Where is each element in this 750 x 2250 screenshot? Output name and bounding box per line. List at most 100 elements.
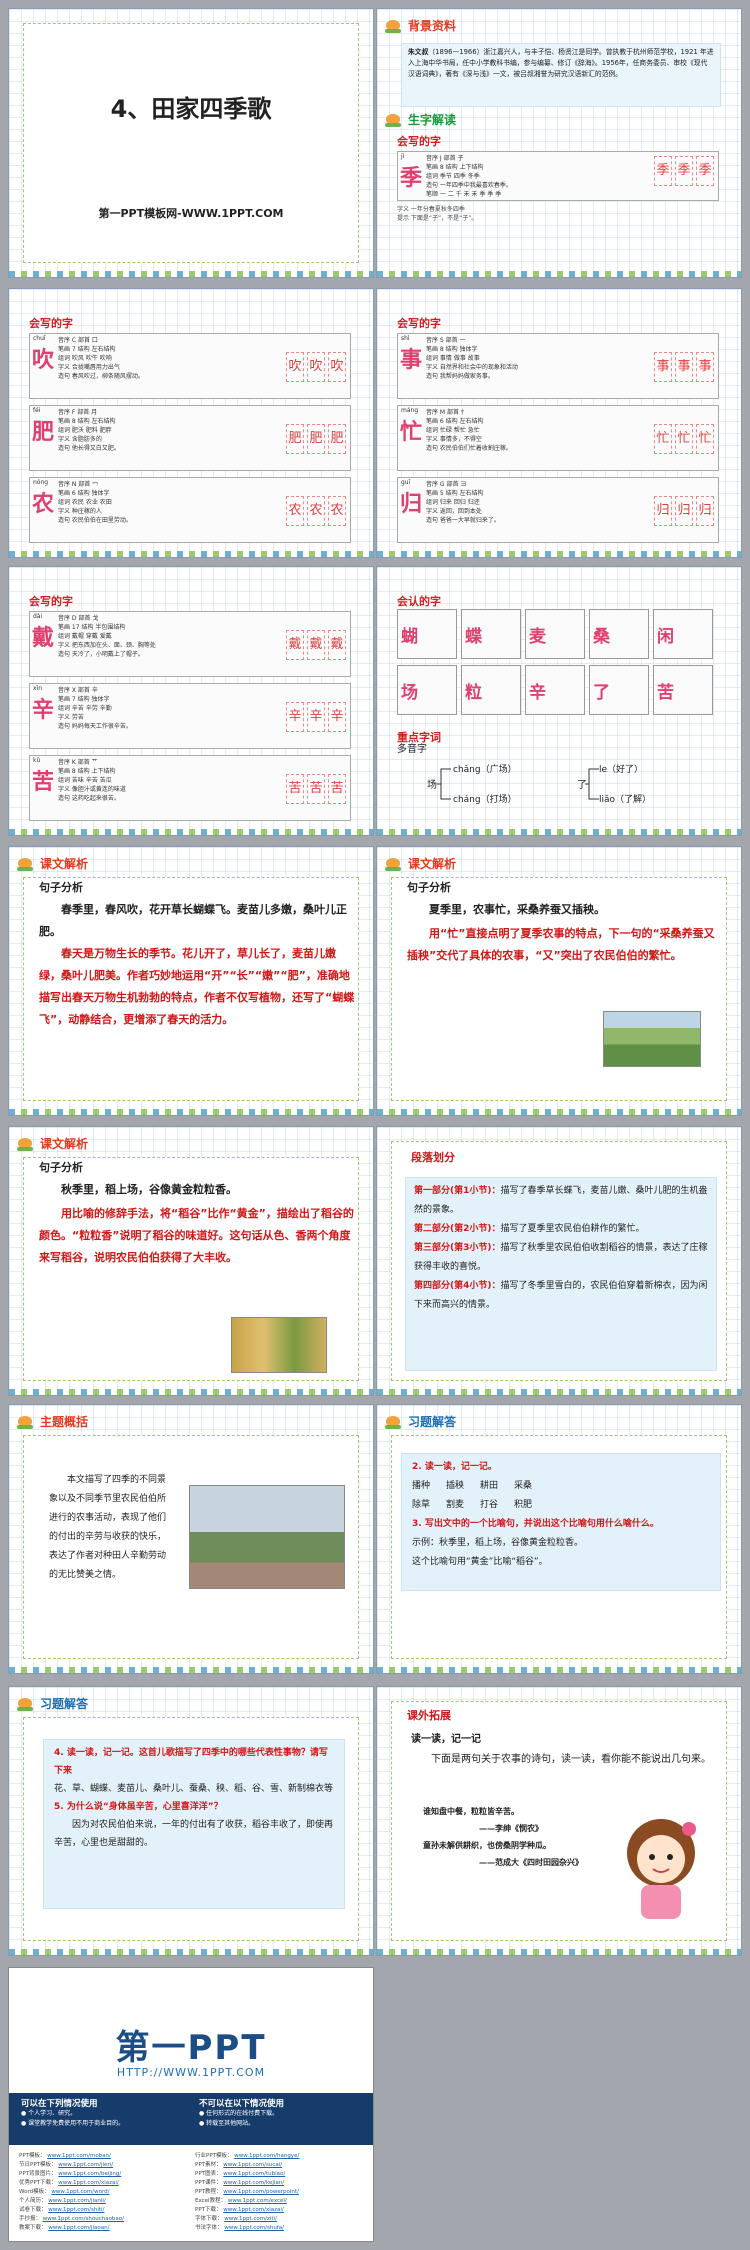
bird-icon	[383, 18, 405, 34]
slide-paragraphs: 段落划分 第一部分(第1小节)：描写了春季草长蝶飞，麦苗儿嫩、桑叶儿肥的生机盎然…	[376, 1126, 742, 1396]
sentence-analysis: 春天是万物生长的季节。花儿开了，草儿长了，麦苗儿嫩绿，桑叶儿肥美。作者巧妙地运用…	[39, 947, 355, 1026]
link-item[interactable]: 字体下载： www.1ppt.com/ziti/	[195, 2215, 363, 2224]
poem-block: 谁知盘中餐，粒粒皆辛苦。 ——李绅《悯农》 童孙未解供耕织，也傍桑阴学种瓜。 ——范…	[423, 1807, 583, 1867]
polyphone-label: 多音字	[397, 744, 427, 755]
ribbon-analysis: 课文解析	[15, 1135, 88, 1152]
link-item[interactable]: 试卷下载： www.1ppt.com/shiti/	[19, 2206, 187, 2215]
recognize-char: 了	[589, 665, 649, 715]
rice-ear-photo	[231, 1317, 327, 1373]
recognize-char: 麦	[525, 609, 585, 659]
char-row-2: kǔ 苦音序 K 部首 艹笔画 8 结构 上下结构 组词 苦味 辛苦 苦瓜 字义 像胆…	[29, 755, 351, 821]
ribbon-exercise: 习题解答	[383, 1413, 456, 1430]
sentence-analysis: 用“忙”直接点明了夏季农事的特点，下一句的“采桑养蚕又插秧”交代了具体的农事，“…	[407, 927, 715, 962]
char-row-1: féi 肥音序 F 部首 月笔画 8 结构 左右结构 组词 肥沃 肥料 肥胖 字义 含…	[29, 405, 351, 471]
link-item[interactable]: 个人简历： www.1ppt.com/jianli/	[19, 2197, 187, 2206]
link-item[interactable]: PPT课件： www.1ppt.com/kejian/	[195, 2179, 363, 2188]
recognize-char: 苦	[653, 665, 713, 715]
sentence-analysis: 用比喻的修辞手法，将“稻谷”比作“黄金”，描绘出了稻谷的颜色。“粒粒香”说明了稻…	[39, 1207, 354, 1264]
site-logo: 第一PPT	[115, 2028, 267, 2068]
char-row-ji: jì 季 音序 J 部首 子笔画 8 结构 上下结构 组词 季节 四季 冬季 造句 一…	[397, 151, 719, 201]
bird-icon	[15, 856, 37, 872]
char-row-2: nóng 农音序 N 部首 冖笔画 6 结构 独体字 组词 农民 农业 农田 字义 种…	[29, 477, 351, 543]
link-columns: PPT模板： www.1ppt.com/moban/节日PPT模板： www.1…	[19, 2152, 363, 2233]
sentence-text: 夏季里，农事忙，采桑养蚕又插秧。	[429, 903, 605, 916]
exercise-box: 2. 读一读，记一记。 播种 插秧 耕田 采桑 除草 割麦 打谷 积肥 3. 写出文中的一个…	[401, 1453, 721, 1591]
slide-analysis-autumn: 课文解析 句子分析 秋季里，稻上场，谷像黄金粒粒香。 用比喻的修辞手法，将“稻谷…	[8, 1126, 374, 1396]
extension-subtitle: 读一读，记一记	[411, 1734, 481, 1745]
section-sentence: 句子分析	[39, 1161, 83, 1174]
link-item[interactable]: 优秀PPT下载： www.1ppt.com/xiazai/	[19, 2179, 187, 2188]
section-recognize: 会认的字	[397, 595, 441, 608]
link-item[interactable]: Excel教程： www.1ppt.com/excel/	[195, 2197, 363, 2206]
site-url[interactable]: HTTP://WWW.1PPT.COM	[9, 2066, 373, 2079]
char-row-1: máng 忙音序 M 部首 忄笔画 6 结构 左右结构 组词 忙碌 帮忙 急忙 字义 …	[397, 405, 719, 471]
section-write: 会写的字	[29, 317, 73, 330]
poly-liao-2: liǎo（了解）	[599, 795, 652, 805]
recognize-char: 场	[397, 665, 457, 715]
link-item[interactable]: 节日PPT模板： www.1ppt.com/jieri/	[19, 2161, 187, 2170]
section-extension: 课外拓展	[407, 1709, 451, 1722]
background-note: 朱文叔（1896—1966）浙江嘉兴人，与丰子恺、杨贤江是同学。曾执教于杭州师范…	[401, 43, 721, 107]
link-item[interactable]: PPT下载： www.1ppt.com/xiazai/	[195, 2206, 363, 2215]
link-item[interactable]: Word模板： www.1ppt.com/word/	[19, 2188, 187, 2197]
link-item[interactable]: 教案下载： www.1ppt.com/jiaoan/	[19, 2224, 187, 2233]
brace-icon	[585, 768, 599, 800]
link-item[interactable]: 行业PPT模板： www.1ppt.com/hangye/	[195, 2152, 363, 2161]
bird-icon	[15, 1696, 37, 1712]
char-row-0: chuī 吹音序 C 部首 口笔画 7 结构 左右结构 组词 吹风 吹牛 吹响 字义 …	[29, 333, 351, 399]
link-item[interactable]: PPT背景图片： www.1ppt.com/beijing/	[19, 2170, 187, 2179]
slide-analysis-summer: 课文解析 句子分析 夏季里，农事忙，采桑养蚕又插秧。 用“忙”直接点明了夏季农事…	[376, 846, 742, 1116]
bird-icon	[15, 1136, 37, 1152]
paragraph-list: 第一部分(第1小节)：描写了春季草长蝶飞，麦苗儿嫩、桑叶儿肥的生机盎然的景象。 …	[405, 1177, 717, 1371]
bird-icon	[383, 112, 405, 128]
char-notes: 字义 一年分春夏秋冬四季 提示 下面是“子”，不是“子”。	[397, 206, 478, 222]
word-item: 采桑	[514, 1481, 533, 1491]
girl-illustration-icon	[627, 1819, 696, 1919]
recognize-char: 辛	[525, 665, 585, 715]
section-paragraphs: 段落划分	[411, 1151, 455, 1164]
recognize-char: 蝶	[461, 609, 521, 659]
slide-write-2: 会写的字 shì 事音序 S 部首 一笔画 8 结构 独体字 组词 事情 做事 故事…	[376, 288, 742, 558]
recognize-char: 桑	[589, 609, 649, 659]
slide-theme: 主题概括 本文描写了四季的不同景象以及不同季节里农民伯伯所进行的农事活动，表现了…	[8, 1404, 374, 1674]
slide-extension: 课外拓展 读一读，记一记 下面是两句关于农事的诗句，读一读，看你能不能说出几句来…	[376, 1686, 742, 1956]
slide-exercise-2: 习题解答 4. 读一读，记一记。这首儿歌描写了四季中的哪些代表性事物？请写下来 …	[8, 1686, 374, 1956]
slide-exercise-1: 习题解答 2. 读一读，记一记。 播种 插秧 耕田 采桑 除草 割麦 打谷 积肥 3. 写出…	[376, 1404, 742, 1674]
link-item[interactable]: PPT素材： www.1ppt.com/sucai/	[195, 2161, 363, 2170]
word-item: 耕田	[480, 1481, 499, 1491]
link-item[interactable]: PPT教程： www.1ppt.com/powerpoint/	[195, 2188, 363, 2197]
word-item: 除草	[412, 1500, 431, 1510]
bird-icon	[383, 1414, 405, 1430]
section-write: 会写的字	[397, 135, 441, 148]
recognize-char: 闲	[653, 609, 713, 659]
lesson-title: 4、田家四季歌	[110, 95, 272, 123]
ribbon-theme: 主题概括	[15, 1413, 88, 1430]
recognize-char: 粒	[461, 665, 521, 715]
brace-icon	[437, 768, 451, 800]
poly-liao-1: le（好了）	[599, 765, 644, 775]
poly-chang-2: cháng（打场）	[453, 795, 517, 805]
bird-icon	[383, 856, 405, 872]
lesson-subtitle: 第一PPT模板网-WWW.1PPT.COM	[98, 207, 284, 220]
char-row-0: dài 戴音序 D 部首 戈笔画 17 结构 半包围结构 组词 戴帽 穿戴 爱戴 字义…	[29, 611, 351, 677]
ribbon-newchars: 生字解读	[383, 111, 456, 128]
link-item[interactable]: PPT图表： www.1ppt.com/tubiao/	[195, 2170, 363, 2179]
word-item: 割麦	[446, 1500, 465, 1510]
slide-background: 背景资料 朱文叔（1896—1966）浙江嘉兴人，与丰子恺、杨贤江是同学。曾执教…	[376, 8, 742, 278]
bird-icon	[15, 1414, 37, 1430]
link-item[interactable]: 书法字体： www.1ppt.com/shufa/	[195, 2224, 363, 2233]
slide-ending: 第一PPT HTTP://WWW.1PPT.COM 可以在下列情况使用 ● 个人学…	[8, 1967, 374, 2242]
sentence-text: 春季里，春风吹，花开草长蝴蝶飞。麦苗儿多嫩，桑叶儿正肥。	[39, 903, 347, 938]
section-sentence: 句子分析	[407, 881, 451, 894]
section-sentence: 句子分析	[39, 881, 83, 894]
ribbon-background: 背景资料	[383, 17, 456, 34]
sentence-text: 秋季里，稻上场，谷像黄金粒粒香。	[61, 1183, 237, 1196]
extension-intro: 下面是两句关于农事的诗句，读一读，看你能不能说出几句来。	[431, 1754, 711, 1765]
char-row-1: xīn 辛音序 X 部首 辛笔画 7 结构 独体字 组词 辛苦 辛劳 辛勤 字义 劳苦…	[29, 683, 351, 749]
section-write: 会写的字	[397, 317, 441, 330]
link-item[interactable]: PPT模板： www.1ppt.com/moban/	[19, 2152, 187, 2161]
link-item[interactable]: 手抄报： www.1ppt.com/shouchaobao/	[19, 2215, 187, 2224]
char-row-0: shì 事音序 S 部首 一笔画 8 结构 独体字 组词 事情 做事 故事 字义 自然…	[397, 333, 719, 399]
poly-chang-1: chǎng（广场）	[453, 765, 517, 775]
countryside-photo	[189, 1485, 345, 1589]
